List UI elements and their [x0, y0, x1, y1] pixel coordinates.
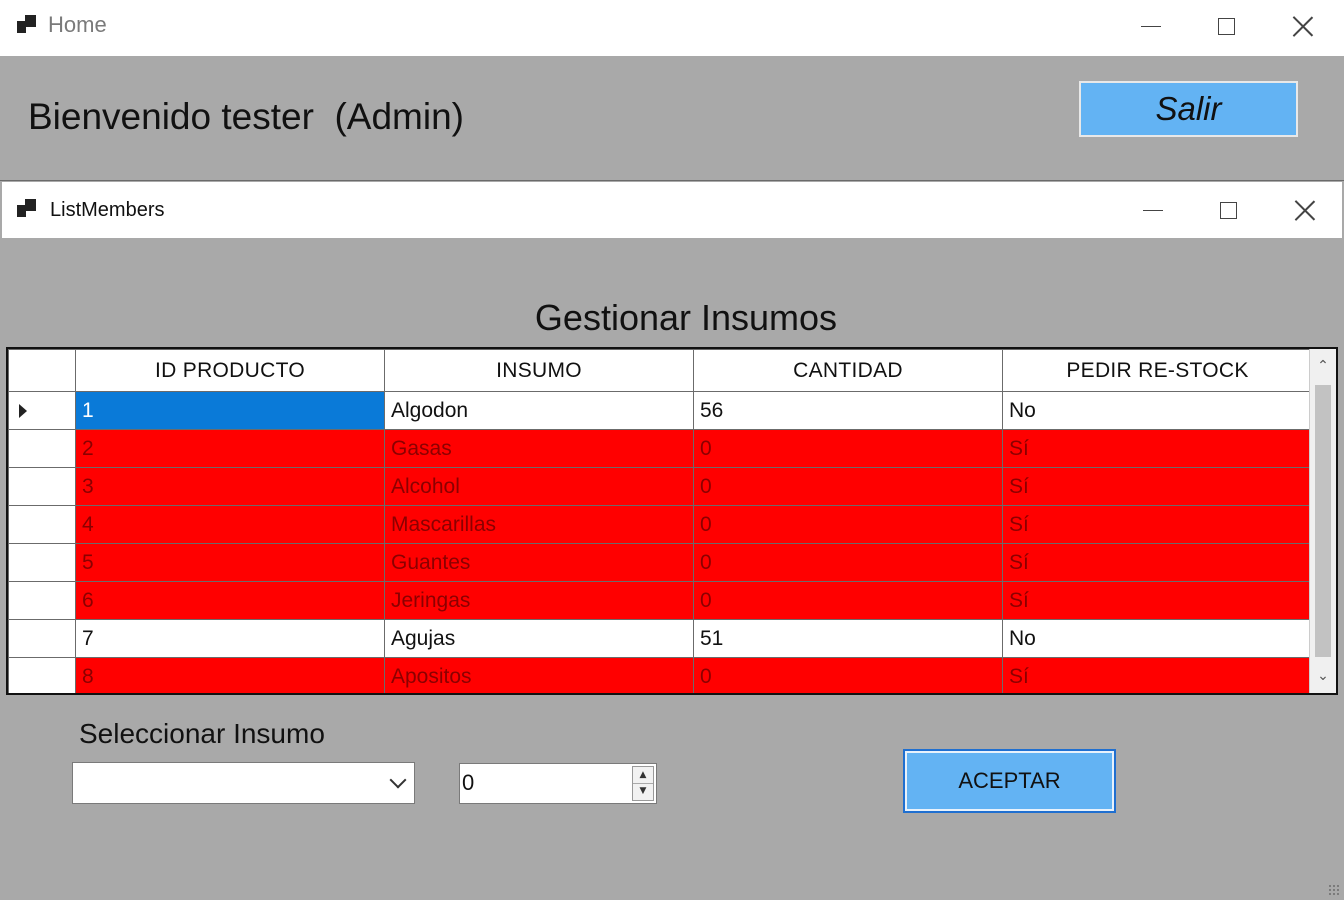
column-header-restock[interactable]: PEDIR RE-STOCK — [1002, 349, 1313, 392]
home-window-title: Home — [48, 12, 107, 37]
cell-insumo[interactable]: Guantes — [384, 543, 694, 582]
spin-buttons[interactable]: ▲ ▼ — [632, 766, 654, 801]
cell-insumo[interactable]: Alcohol — [384, 467, 694, 506]
maximize-icon — [1219, 201, 1237, 219]
cell-insumo[interactable]: Apositos — [384, 657, 694, 693]
child-app-icon — [17, 199, 37, 219]
column-header-insumo[interactable]: INSUMO — [384, 349, 694, 392]
cell-id[interactable]: 1 — [75, 391, 385, 430]
table-row[interactable]: 6 Jeringas 0 Sí — [8, 581, 1313, 620]
child-maximize-button[interactable] — [1208, 190, 1248, 230]
column-header-id[interactable]: ID PRODUCTO — [75, 349, 385, 392]
cell-restock[interactable]: Sí — [1002, 543, 1313, 582]
scroll-down-icon[interactable]: ⌄ — [1310, 659, 1336, 693]
resize-grip-icon[interactable] — [1328, 884, 1340, 896]
minimize-button[interactable] — [1131, 6, 1171, 46]
cell-id[interactable]: 2 — [75, 429, 385, 468]
column-header-cantidad[interactable]: CANTIDAD — [693, 349, 1003, 392]
page-title: Gestionar Insumos — [0, 297, 1344, 339]
table-row[interactable]: 8 Apositos 0 Sí — [8, 657, 1313, 693]
chevron-down-icon[interactable] — [389, 771, 407, 789]
quantity-stepper[interactable]: 0 ▲ ▼ — [459, 763, 657, 804]
child-window-title: ListMembers — [50, 199, 165, 221]
cell-id[interactable]: 8 — [75, 657, 385, 693]
cell-cantidad[interactable]: 0 — [693, 543, 1003, 582]
close-icon — [1292, 15, 1314, 37]
cell-insumo[interactable]: Agujas — [384, 619, 694, 658]
cell-restock[interactable]: Sí — [1002, 657, 1313, 693]
maximize-button[interactable] — [1206, 6, 1246, 46]
table-row[interactable]: 5 Guantes 0 Sí — [8, 543, 1313, 582]
scroll-thumb[interactable] — [1315, 385, 1331, 657]
table-row[interactable]: 2 Gasas 0 Sí — [8, 429, 1313, 468]
cell-cantidad[interactable]: 0 — [693, 657, 1003, 693]
cell-insumo[interactable]: Gasas — [384, 429, 694, 468]
app-icon — [17, 15, 37, 35]
child-minimize-button[interactable] — [1133, 190, 1173, 230]
row-header[interactable] — [8, 581, 76, 620]
insumos-grid[interactable]: ID PRODUCTO INSUMO CANTIDAD PEDIR RE-STO… — [6, 347, 1338, 695]
insumo-combobox[interactable] — [72, 762, 415, 804]
close-button[interactable] — [1283, 6, 1323, 46]
table-row[interactable]: 4 Mascarillas 0 Sí — [8, 505, 1313, 544]
minimize-icon — [1141, 25, 1161, 27]
row-header[interactable] — [8, 619, 76, 658]
close-icon — [1294, 199, 1316, 221]
salir-button[interactable]: Salir — [1079, 81, 1298, 137]
home-titlebar: Home — [0, 0, 1344, 56]
cell-id[interactable]: 7 — [75, 619, 385, 658]
insumos-table: ID PRODUCTO INSUMO CANTIDAD PEDIR RE-STO… — [8, 349, 1313, 693]
table-row[interactable]: 7 Agujas 51 No — [8, 619, 1313, 658]
spin-down-icon[interactable]: ▼ — [633, 783, 653, 799]
row-header[interactable] — [8, 391, 76, 430]
cell-id[interactable]: 3 — [75, 467, 385, 506]
row-header[interactable] — [8, 467, 76, 506]
vertical-scrollbar[interactable]: ⌃ ⌄ — [1309, 349, 1336, 693]
cell-cantidad[interactable]: 56 — [693, 391, 1003, 430]
cell-id[interactable]: 5 — [75, 543, 385, 582]
row-header[interactable] — [8, 657, 76, 693]
cell-cantidad[interactable]: 0 — [693, 467, 1003, 506]
child-close-button[interactable] — [1285, 190, 1325, 230]
cell-insumo[interactable]: Mascarillas — [384, 505, 694, 544]
cell-id[interactable]: 4 — [75, 505, 385, 544]
cell-insumo[interactable]: Jeringas — [384, 581, 694, 620]
header-row: ID PRODUCTO INSUMO CANTIDAD PEDIR RE-STO… — [8, 349, 1313, 392]
welcome-text: Bienvenido tester (Admin) — [28, 96, 464, 137]
spin-up-icon[interactable]: ▲ — [633, 767, 653, 784]
row-header-corner — [8, 349, 76, 392]
cell-insumo[interactable]: Algodon — [384, 391, 694, 430]
cell-restock[interactable]: Sí — [1002, 429, 1313, 468]
child-titlebar: ListMembers — [2, 182, 1342, 238]
row-header[interactable] — [8, 429, 76, 468]
cell-restock[interactable]: No — [1002, 391, 1313, 430]
cell-cantidad[interactable]: 51 — [693, 619, 1003, 658]
page-title-text: Gestionar Insumos — [534, 297, 838, 338]
cell-restock[interactable]: No — [1002, 619, 1313, 658]
maximize-icon — [1217, 17, 1235, 35]
cell-cantidad[interactable]: 0 — [693, 505, 1003, 544]
minimize-icon — [1143, 209, 1163, 211]
row-header[interactable] — [8, 543, 76, 582]
cell-id[interactable]: 6 — [75, 581, 385, 620]
cell-restock[interactable]: Sí — [1002, 467, 1313, 506]
select-insumo-label: Seleccionar Insumo — [79, 718, 325, 749]
cell-cantidad[interactable]: 0 — [693, 581, 1003, 620]
cell-restock[interactable]: Sí — [1002, 505, 1313, 544]
table-row[interactable]: 3 Alcohol 0 Sí — [8, 467, 1313, 506]
scroll-up-icon[interactable]: ⌃ — [1310, 349, 1336, 383]
cell-cantidad[interactable]: 0 — [693, 429, 1003, 468]
quantity-value[interactable]: 0 — [462, 770, 474, 796]
current-row-arrow-icon — [19, 404, 27, 418]
table-row[interactable]: 1 Algodon 56 No — [8, 391, 1313, 430]
aceptar-button[interactable]: ACEPTAR — [903, 749, 1116, 813]
row-header[interactable] — [8, 505, 76, 544]
cell-restock[interactable]: Sí — [1002, 581, 1313, 620]
